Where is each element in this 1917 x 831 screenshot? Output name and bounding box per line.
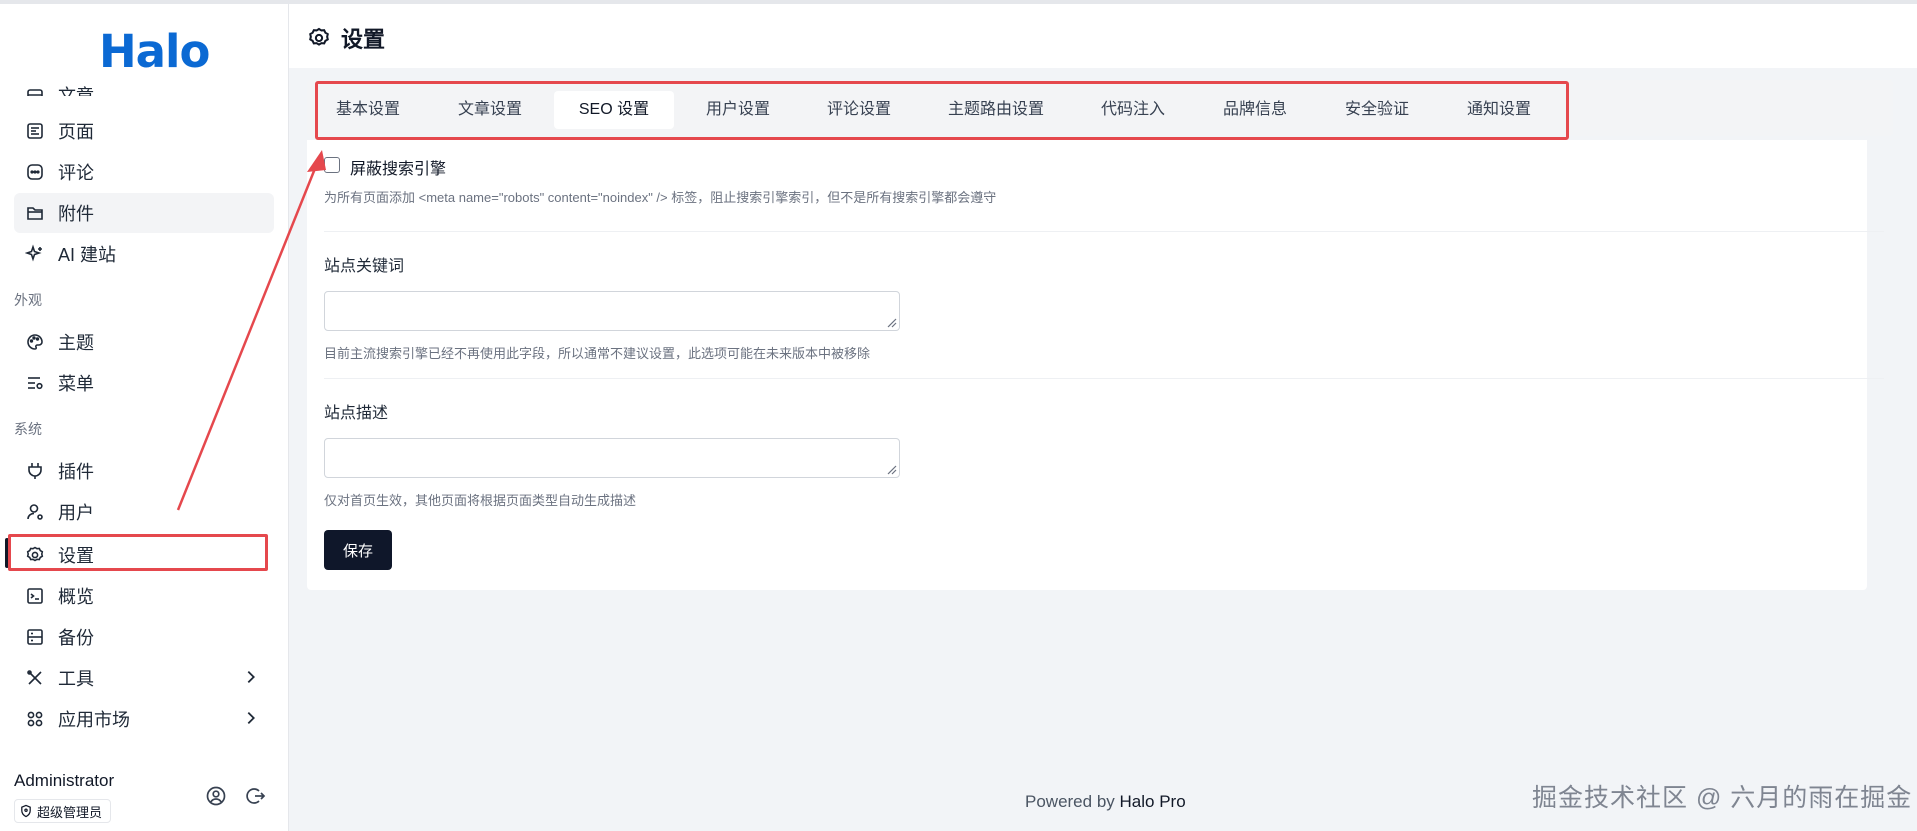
sidebar-item-label: 文章	[58, 86, 94, 96]
sidebar-item-label: 概览	[58, 587, 94, 607]
tab-post[interactable]: 文章设置	[445, 91, 535, 129]
block-search-help: 为所有页面添加 <meta name="robots" content="noi…	[324, 190, 997, 205]
footer-prefix: Powered by	[1025, 792, 1115, 811]
sidebar-item-comments[interactable]: 评论	[14, 152, 274, 192]
tab-seo[interactable]: SEO 设置	[554, 91, 674, 129]
sidebar-item-app-market[interactable]: 应用市场	[14, 699, 274, 739]
sidebar-item-pages[interactable]: 页面	[14, 111, 274, 151]
tab-comment[interactable]: 评论设置	[814, 91, 904, 129]
block-search-label[interactable]: 屏蔽搜索引擎	[350, 155, 446, 179]
keywords-help: 目前主流搜索引擎已经不再使用此字段，所以通常不建议设置，此选项可能在未来版本中被…	[324, 346, 871, 361]
tab-code-inject[interactable]: 代码注入	[1088, 91, 1178, 129]
seo-settings-card	[307, 140, 1867, 590]
sidebar-item-themes[interactable]: 主题	[14, 322, 274, 362]
keywords-label: 站点关键词	[324, 258, 405, 275]
page-title: 设置	[341, 27, 386, 52]
sidebar-item-label: 应用市场	[58, 710, 130, 730]
sidebar-item-tools[interactable]: 工具	[14, 658, 274, 698]
sidebar-item-label: 评论	[58, 163, 94, 183]
sidebar-item-label: 菜单	[58, 374, 94, 394]
database-icon	[24, 626, 46, 648]
resize-grip-icon[interactable]	[885, 316, 897, 328]
sidebar-item-label: 备份	[58, 628, 94, 648]
page-icon	[24, 120, 46, 142]
watermark: 掘金技术社区 @ 六月的雨在掘金	[1532, 784, 1913, 812]
gear-icon	[24, 544, 46, 566]
sidebar-item-label: 设置	[58, 546, 94, 566]
sidebar-item-posts[interactable]: 文章	[14, 72, 274, 96]
footer: Powered by Halo Pro	[1025, 792, 1186, 812]
shield-icon	[21, 804, 31, 818]
tab-security[interactable]: 安全验证	[1332, 91, 1422, 129]
sidebar: Halo 文章 页面 评论 附件 AI 建站 外观 主题 菜单 系统 插件 用户…	[0, 4, 289, 831]
sidebar-item-settings[interactable]: 设置	[14, 535, 274, 575]
save-button[interactable]: 保存	[324, 530, 392, 570]
tab-user[interactable]: 用户设置	[693, 91, 783, 129]
logout-button[interactable]	[244, 784, 268, 808]
posts-icon	[24, 86, 46, 96]
tab-theme-route[interactable]: 主题路由设置	[936, 91, 1056, 129]
folder-icon	[24, 202, 46, 224]
user-circle-icon	[206, 786, 226, 806]
sidebar-item-attachments[interactable]: 附件	[14, 193, 274, 233]
sidebar-item-label: 页面	[58, 122, 94, 142]
resize-grip-icon[interactable]	[885, 463, 897, 475]
sidebar-item-label: AI 建站	[58, 245, 117, 265]
sparkle-icon	[24, 243, 46, 265]
group-label-appearance: 外观	[14, 292, 42, 308]
menu-icon	[24, 372, 46, 394]
description-textarea[interactable]	[324, 438, 900, 478]
group-label-system: 系统	[14, 421, 42, 437]
sidebar-item-label: 主题	[58, 333, 94, 353]
gear-icon	[309, 27, 329, 46]
divider	[324, 378, 1884, 379]
sidebar-item-overview[interactable]: 概览	[14, 576, 274, 616]
logout-icon	[246, 788, 266, 804]
tab-basic[interactable]: 基本设置	[323, 91, 413, 129]
comment-icon	[24, 161, 46, 183]
tools-icon	[24, 667, 46, 689]
sidebar-item-label: 用户	[58, 503, 94, 523]
sidebar-item-ai-site[interactable]: AI 建站	[14, 234, 274, 274]
footer-brand-link[interactable]: Halo Pro	[1120, 792, 1186, 811]
apps-icon	[24, 708, 46, 730]
divider	[324, 231, 1884, 232]
page-header: 设置	[289, 4, 1917, 68]
role-badge-label: 超级管理员	[37, 804, 103, 820]
tab-brand[interactable]: 品牌信息	[1210, 91, 1300, 129]
role-badge: 超级管理员	[14, 799, 112, 823]
sidebar-item-label: 附件	[58, 204, 94, 224]
block-search-checkbox[interactable]	[324, 157, 340, 173]
terminal-icon	[24, 585, 46, 607]
user-name: Administrator	[14, 771, 115, 790]
sidebar-item-plugins[interactable]: 插件	[14, 451, 274, 491]
user-icon	[24, 501, 46, 523]
tab-notification[interactable]: 通知设置	[1454, 91, 1544, 129]
chevron-right-icon	[247, 711, 255, 725]
keywords-textarea[interactable]	[324, 291, 900, 331]
plug-icon	[24, 460, 46, 482]
chevron-right-icon	[247, 670, 255, 684]
sidebar-item-users[interactable]: 用户	[14, 492, 274, 532]
palette-icon	[24, 331, 46, 353]
profile-button[interactable]	[204, 784, 228, 808]
active-indicator	[5, 538, 9, 568]
sidebar-item-menus[interactable]: 菜单	[14, 363, 274, 403]
description-label: 站点描述	[324, 405, 389, 422]
sidebar-item-backup[interactable]: 备份	[14, 617, 274, 657]
description-help: 仅对首页生效，其他页面将根据页面类型自动生成描述	[324, 493, 637, 508]
sidebar-item-label: 工具	[58, 669, 94, 689]
sidebar-item-label: 插件	[58, 462, 94, 482]
